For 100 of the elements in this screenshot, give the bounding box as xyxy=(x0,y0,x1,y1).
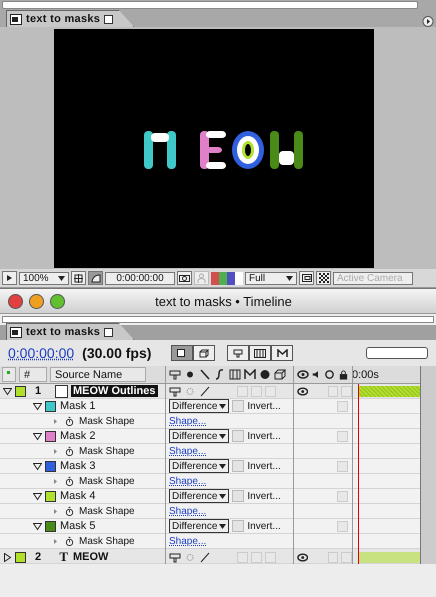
mask-name[interactable]: Mask 4 xyxy=(60,490,96,502)
disclosure-triangle[interactable] xyxy=(33,462,42,470)
property-row[interactable]: Mask Shape Shape... xyxy=(0,414,420,429)
shape-link[interactable]: Shape... xyxy=(169,476,206,486)
cube-icon[interactable] xyxy=(193,345,216,361)
layer-name[interactable]: MEOW xyxy=(71,551,110,563)
property-row[interactable]: Mask Shape Shape... xyxy=(0,474,420,489)
mask-name[interactable]: Mask 3 xyxy=(60,460,96,472)
mask-view-icon[interactable] xyxy=(88,271,103,285)
time-navigator[interactable] xyxy=(366,347,428,359)
disclosure-triangle[interactable] xyxy=(33,492,42,500)
zoom-dropdown[interactable]: 100% xyxy=(19,272,69,284)
eye-icon xyxy=(297,386,308,396)
invert-checkbox[interactable] xyxy=(232,400,244,412)
frame-rate: (30.00 fps) xyxy=(82,345,152,361)
eye-icon xyxy=(297,552,308,562)
disclosure-triangle[interactable] xyxy=(33,402,42,410)
composition-tab[interactable]: text to masks xyxy=(6,10,134,27)
switch-box[interactable] xyxy=(341,386,352,396)
property-row[interactable]: Mask Shape Shape... xyxy=(0,504,420,519)
invert-checkbox[interactable] xyxy=(232,520,244,532)
window-title: text to masks • Timeline xyxy=(154,294,293,308)
shape-link[interactable]: Shape... xyxy=(169,506,206,516)
dropdown-arrow-icon xyxy=(219,404,226,408)
switch-box[interactable] xyxy=(337,430,348,442)
layer-row[interactable]: 1 MEOW Outlines xyxy=(0,384,420,399)
invert-checkbox[interactable] xyxy=(232,460,244,472)
switch-box[interactable] xyxy=(251,552,262,562)
switch-box[interactable] xyxy=(265,386,276,396)
resolution-dropdown[interactable]: Full xyxy=(245,272,297,284)
mask-row[interactable]: Mask 3 Difference Invert... xyxy=(0,459,420,474)
time-field[interactable]: 0:00:00:00 xyxy=(105,272,175,284)
property-row[interactable]: Mask Shape Shape... xyxy=(0,534,420,549)
layer-row[interactable]: 2 T MEOW xyxy=(0,549,420,564)
number-header[interactable]: # xyxy=(19,367,47,382)
safe-zones-icon[interactable] xyxy=(71,271,86,285)
shape-link[interactable]: Shape... xyxy=(169,536,206,546)
switch-box[interactable] xyxy=(265,552,276,562)
region-icon[interactable] xyxy=(299,271,314,285)
frame-blend-icon[interactable] xyxy=(249,345,272,361)
mask-color-swatch[interactable] xyxy=(45,520,56,532)
camera-icon[interactable] xyxy=(177,271,192,285)
shape-link[interactable]: Shape... xyxy=(169,446,206,456)
invert-checkbox[interactable] xyxy=(232,490,244,502)
shape-link[interactable]: Shape... xyxy=(169,416,206,426)
frame-blend-icon xyxy=(229,369,241,380)
zoom-button[interactable] xyxy=(50,294,65,308)
disclosure-triangle[interactable] xyxy=(33,432,42,440)
eye-icon xyxy=(297,369,309,380)
mask-row[interactable]: Mask 4 Difference Invert... xyxy=(0,489,420,504)
invert-checkbox[interactable] xyxy=(232,430,244,442)
layer-number: 2 xyxy=(34,551,42,563)
channels-icon[interactable] xyxy=(211,272,243,284)
effect-icon xyxy=(214,369,226,380)
shy-icon[interactable] xyxy=(227,345,250,361)
switch-box[interactable] xyxy=(328,552,338,562)
switch-box[interactable] xyxy=(237,386,248,396)
motion-blur-icon[interactable] xyxy=(271,345,294,361)
mask-color-swatch[interactable] xyxy=(45,490,56,502)
switch-box[interactable] xyxy=(341,552,352,562)
mask-mode-dropdown[interactable]: Difference xyxy=(169,429,230,443)
switch-box[interactable] xyxy=(337,520,348,532)
transparency-grid-icon[interactable] xyxy=(316,271,331,285)
mask-color-swatch[interactable] xyxy=(45,430,56,442)
label-swatch[interactable] xyxy=(15,386,26,396)
mask-color-swatch[interactable] xyxy=(45,400,56,412)
close-button[interactable] xyxy=(8,294,23,308)
slash-icon xyxy=(199,369,211,380)
timeline-tab[interactable]: text to masks xyxy=(6,323,134,340)
mask-row[interactable]: Mask 5 Difference Invert... xyxy=(0,519,420,534)
disclosure-triangle[interactable] xyxy=(33,522,42,530)
stopwatch-icon xyxy=(64,446,75,456)
preview-icon[interactable] xyxy=(2,271,17,285)
disclosure-triangle[interactable] xyxy=(3,386,12,396)
layer-name[interactable]: MEOW Outlines xyxy=(71,385,158,397)
current-time[interactable]: 0:00:00:00 xyxy=(8,345,74,361)
mask-name[interactable]: Mask 2 xyxy=(60,430,96,442)
property-row[interactable]: Mask Shape Shape... xyxy=(0,444,420,459)
invert-label: Invert... xyxy=(247,490,281,502)
mask-name[interactable]: Mask 1 xyxy=(60,400,96,412)
switch-box[interactable] xyxy=(328,386,338,396)
minimize-button[interactable] xyxy=(29,294,44,308)
mask-row[interactable]: Mask 2 Difference Invert... xyxy=(0,429,420,444)
source-name-header[interactable]: Source Name xyxy=(50,367,146,382)
mask-row[interactable]: Mask 1 Difference Invert... xyxy=(0,399,420,414)
switch-box[interactable] xyxy=(337,460,348,472)
mask-mode-dropdown[interactable]: Difference xyxy=(169,489,230,503)
switch-box[interactable] xyxy=(237,552,248,562)
mask-name[interactable]: Mask 5 xyxy=(60,520,96,532)
mask-mode-dropdown[interactable]: Difference xyxy=(169,459,230,473)
switch-box[interactable] xyxy=(337,490,348,502)
switch-box[interactable] xyxy=(251,386,262,396)
draft-3d-icon[interactable] xyxy=(171,345,194,361)
invert-label: Invert... xyxy=(247,430,281,442)
disclosure-triangle[interactable] xyxy=(3,552,12,562)
mask-mode-dropdown[interactable]: Difference xyxy=(169,519,230,533)
mask-mode-dropdown[interactable]: Difference xyxy=(169,399,230,413)
mask-color-swatch[interactable] xyxy=(45,460,56,472)
switch-box[interactable] xyxy=(337,400,348,412)
label-swatch[interactable] xyxy=(15,552,26,562)
